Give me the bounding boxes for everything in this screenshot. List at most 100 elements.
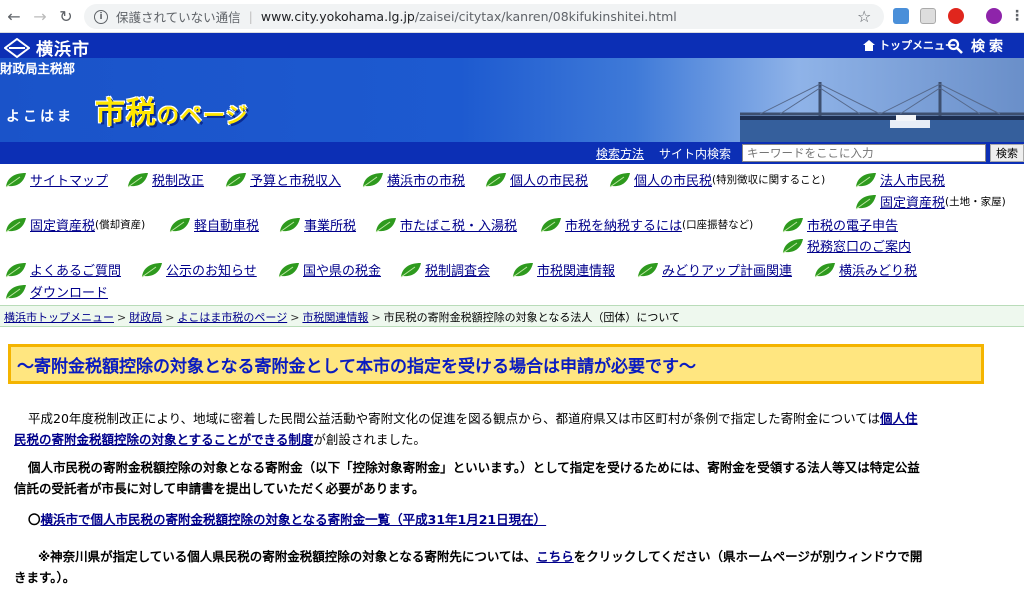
nav-note: (特別徴収に関すること) (712, 174, 826, 186)
intro-tail: が創設されました。 (313, 432, 426, 447)
leaf-icon (225, 172, 246, 187)
profile-avatar[interactable] (986, 8, 1002, 24)
leaf-icon (512, 262, 533, 277)
bookmark-star-icon[interactable]: ☆ (857, 7, 871, 26)
category-nav: サイトマップ 税制改正 予算と市税収入 横浜市の市税 個人の市民税 個人の市民税… (0, 164, 1024, 304)
nav-green-up-link[interactable]: みどりアップ計画関連 (662, 260, 792, 279)
site-title-main: 市税 (95, 96, 157, 131)
security-label: 保護されていない通信 (116, 10, 241, 25)
nav-tax-reform-link[interactable]: 税制改正 (152, 170, 204, 189)
leaf-icon (169, 217, 190, 232)
site-banner: 財政局主税部 よこはま 市税のページ (0, 58, 1024, 142)
breadcrumb-separator: > (290, 311, 300, 324)
nav-individual-tax-special-link[interactable]: 個人の市民税 (634, 170, 712, 189)
breadcrumb-link[interactable]: よこはま市税のページ (177, 311, 287, 324)
nav-budget[interactable]: 予算と市税収入 (224, 170, 341, 189)
reload-icon[interactable]: ↻ (54, 4, 78, 28)
nav-tax-council[interactable]: 税制調査会 (399, 260, 490, 279)
nav-notices-link[interactable]: 公示のお知らせ (166, 260, 257, 279)
search-help-link[interactable]: 検索方法 (596, 145, 644, 162)
department-name: 財政局主税部 (0, 61, 76, 76)
nav-tobacco-bath[interactable]: 市たばこ税・入湯税 (374, 215, 517, 234)
nav-note: (土地・家屋) (945, 196, 1006, 208)
nav-national-tax[interactable]: 国や県の税金 (277, 260, 381, 279)
nav-faq[interactable]: よくあるご質問 (4, 260, 121, 279)
site-topbar: 横浜市 トップメニュー 検索 (0, 33, 1024, 60)
nav-payment-link[interactable]: 市税を納税するには (565, 215, 682, 234)
nav-city-tax[interactable]: 横浜市の市税 (361, 170, 465, 189)
breadcrumb-link[interactable]: 市税関連情報 (302, 311, 368, 324)
leaf-icon (278, 262, 299, 277)
note-line2: きます。）。 (14, 570, 76, 585)
extension-translate-icon[interactable] (893, 8, 909, 24)
nav-e-filing-link[interactable]: 市税の電子申告 (807, 215, 898, 234)
breadcrumb-link[interactable]: 財政局 (129, 311, 162, 324)
nav-business-office-link[interactable]: 事業所税 (304, 215, 356, 234)
back-icon[interactable]: ← (2, 4, 26, 28)
nav-related-info-link[interactable]: 市税関連情報 (537, 260, 615, 279)
nav-tax-counter-link[interactable]: 税務窓口のご案内 (807, 236, 911, 255)
nav-corporate-tax[interactable]: 法人市民税 (854, 170, 945, 189)
nav-tobacco-bath-link[interactable]: 市たばこ税・入湯税 (400, 215, 517, 234)
forward-icon[interactable]: → (28, 4, 52, 28)
nav-green-up[interactable]: みどりアップ計画関連 (636, 260, 792, 279)
deduction-system-link[interactable]: 個人住 (880, 411, 918, 426)
nav-individual-tax-link[interactable]: 個人の市民税 (510, 170, 588, 189)
nav-business-office[interactable]: 事業所税 (278, 215, 356, 234)
nav-tax-reform[interactable]: 税制改正 (126, 170, 204, 189)
nav-fixed-asset-land-link[interactable]: 固定資産税 (880, 192, 945, 211)
nav-national-tax-link[interactable]: 国や県の税金 (303, 260, 381, 279)
leaf-icon (362, 172, 383, 187)
nav-budget-link[interactable]: 予算と市税収入 (250, 170, 341, 189)
nav-city-tax-link[interactable]: 横浜市の市税 (387, 170, 465, 189)
nav-download[interactable]: ダウンロード (4, 282, 108, 301)
nav-light-vehicle-link[interactable]: 軽自動車税 (194, 215, 259, 234)
kanagawa-link[interactable]: こちら (536, 549, 574, 564)
nav-e-filing[interactable]: 市税の電子申告 (781, 215, 898, 234)
city-logo[interactable]: 横浜市 (4, 35, 90, 60)
nav-fixed-asset-depreciable[interactable]: 固定資産税 (償却資産) (4, 215, 145, 234)
address-bar[interactable]: i 保護されていない通信 | www.city.yokohama.lg.jp/z… (84, 4, 884, 29)
breadcrumb-separator: > (117, 311, 127, 324)
nav-payment[interactable]: 市税を納税するには (口座振替など) (539, 215, 753, 234)
extension-red-icon[interactable] (948, 8, 964, 24)
site-search-label: サイト内検索 (659, 147, 732, 161)
leaf-icon (637, 262, 658, 277)
nav-green-tax-link[interactable]: 横浜みどり税 (839, 260, 917, 279)
donation-list-link[interactable]: 横浜市で個人市民税の寄附金税額控除の対象となる寄附金一覧（平成31年1月21日現… (41, 512, 547, 527)
nav-fixed-asset-depreciable-link[interactable]: 固定資産税 (30, 215, 95, 234)
nav-sitemap-link[interactable]: サイトマップ (30, 170, 108, 189)
deduction-system-link-cont[interactable]: 民税の寄附金税額控除の対象とすることができる制度 (14, 432, 313, 447)
nav-tax-council-link[interactable]: 税制調査会 (425, 260, 490, 279)
nav-corporate-tax-link[interactable]: 法人市民税 (880, 170, 945, 189)
breadcrumb-link[interactable]: 横浜市トップメニュー (4, 311, 114, 324)
leaf-icon (5, 284, 26, 299)
nav-green-tax[interactable]: 横浜みどり税 (813, 260, 917, 279)
nav-faq-link[interactable]: よくあるご質問 (30, 260, 121, 279)
url-host: www.city.yokohama.lg.jp (260, 9, 415, 24)
intro-text: 平成20年度税制改正により、地域に密着した民間公益活動や寄附文化の促進を図る観点… (28, 411, 881, 426)
nav-notices[interactable]: 公示のお知らせ (140, 260, 257, 279)
browser-menu-icon[interactable]: ⋮ (1010, 8, 1024, 24)
application-line1: 個人市民税の寄附金税額控除の対象となる寄附金（以下「控除対象寄附金」といいます。… (28, 460, 920, 475)
leaf-icon (540, 217, 561, 232)
extension-page-icon[interactable] (920, 8, 936, 24)
site-title-rest: のページ (157, 104, 249, 129)
nav-sitemap[interactable]: サイトマップ (4, 170, 108, 189)
nav-individual-tax-special[interactable]: 個人の市民税 (特別徴収に関すること) (608, 170, 825, 189)
intro-paragraph: 平成20年度税制改正により、地域に密着した民間公益活動や寄附文化の促進を図る観点… (14, 408, 1014, 450)
site-search-button[interactable]: 検索 (990, 144, 1024, 162)
nav-light-vehicle[interactable]: 軽自動車税 (168, 215, 259, 234)
site-search-input[interactable] (742, 144, 986, 162)
nav-tax-counter[interactable]: 税務窓口のご案内 (781, 236, 911, 255)
header-search-link[interactable]: 検索 (947, 36, 1007, 56)
nav-individual-tax[interactable]: 個人の市民税 (484, 170, 588, 189)
nav-related-info[interactable]: 市税関連情報 (511, 260, 615, 279)
top-menu-link[interactable]: トップメニュー (862, 37, 956, 53)
nav-fixed-asset-land[interactable]: 固定資産税 (土地・家屋) (854, 192, 1006, 211)
site-title[interactable]: 市税のページ (95, 88, 249, 132)
info-icon[interactable]: i (94, 9, 108, 24)
leaf-icon (5, 217, 26, 232)
city-name: 横浜市 (36, 40, 90, 60)
nav-download-link[interactable]: ダウンロード (30, 282, 108, 301)
